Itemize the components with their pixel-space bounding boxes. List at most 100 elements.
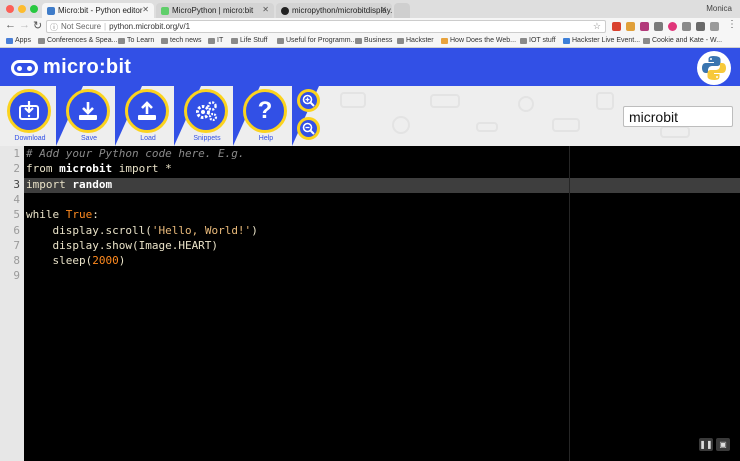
load-button[interactable]: Load <box>119 86 177 146</box>
line-number: 5 <box>13 208 20 222</box>
tab-python-editor[interactable]: Micro:bit - Python editor ✕ <box>42 3 154 18</box>
help-button[interactable]: ? Help <box>237 86 295 146</box>
bookmark-label: tech news <box>170 37 202 44</box>
apps-grid-icon <box>6 38 13 44</box>
bookmark-item[interactable]: Hackster <box>397 37 434 44</box>
code-token: import <box>26 177 73 191</box>
extension-icon[interactable] <box>682 22 691 31</box>
extension-icon[interactable] <box>626 22 635 31</box>
security-label: Not Secure <box>61 22 102 31</box>
line-number: 8 <box>13 254 20 268</box>
hackster-icon <box>563 38 570 44</box>
code-token: microbit <box>59 162 113 176</box>
tab-micropython[interactable]: MicroPython | micro:bit ✕ <box>156 3 274 18</box>
code-editor[interactable]: 1 234 567 89 # Add your Python code here. E… <box>0 146 740 461</box>
close-window-button[interactable] <box>6 5 14 13</box>
code-token: # Add your Python code here. E.g. <box>26 147 245 160</box>
profile-name[interactable]: Monica <box>706 4 732 13</box>
picture-in-picture-button[interactable]: ▣ <box>716 438 730 451</box>
extension-icon[interactable] <box>654 22 663 31</box>
line-number: 4 <box>13 192 20 206</box>
background-pattern <box>392 116 410 134</box>
extension-icon[interactable] <box>668 22 677 31</box>
extension-icon[interactable] <box>640 22 649 31</box>
browser-toolbar: ← → ↻ ⓘ Not Secure | python.microbit.org/v… <box>0 18 740 35</box>
web-icon <box>441 38 448 44</box>
code-token: : <box>92 208 99 222</box>
snippets-button[interactable]: Snippets <box>178 86 236 146</box>
info-icon[interactable]: ⓘ <box>50 22 58 33</box>
menu-dots-icon[interactable]: ⋮ <box>727 19 737 30</box>
background-pattern <box>340 92 366 108</box>
save-button[interactable]: Save <box>60 86 118 146</box>
forward-arrow-icon[interactable]: → <box>19 19 30 31</box>
code-token: from <box>26 162 60 176</box>
extension-icon[interactable] <box>696 22 705 31</box>
zoom-in-button[interactable] <box>297 89 320 112</box>
bookmark-item[interactable]: Hackster Live Event... <box>563 37 640 44</box>
code-token: import <box>112 162 166 176</box>
code-token: display.scroll( <box>26 223 152 237</box>
reload-icon[interactable]: ↻ <box>33 19 42 32</box>
code-line[interactable]: display.scroll('Hello, World!') <box>26 223 258 237</box>
background-pattern <box>596 92 614 110</box>
close-tab-icon[interactable]: ✕ <box>380 5 387 14</box>
folder-icon <box>277 38 284 44</box>
bookmark-item[interactable]: How Does the Web... <box>441 37 516 44</box>
extension-icon[interactable] <box>710 22 719 31</box>
bookmark-item[interactable]: Conferences & Spea... <box>38 37 117 44</box>
bookmark-item[interactable]: Apps <box>6 37 31 44</box>
bookmark-item[interactable]: Useful for Programm... <box>277 37 356 44</box>
close-tab-icon[interactable]: ✕ <box>262 5 269 14</box>
code-line[interactable]: while True: <box>26 208 99 221</box>
bookmark-label: IT <box>217 37 224 44</box>
close-tab-icon[interactable]: ✕ <box>142 5 149 14</box>
minimize-window-button[interactable] <box>18 5 26 13</box>
microbit-favicon-icon <box>161 7 169 15</box>
bookmark-item[interactable]: IOT stuff <box>520 37 556 44</box>
bookmark-item[interactable]: Cookie and Kate - W... <box>643 37 722 44</box>
code-token: sleep( <box>26 254 93 268</box>
folder-icon <box>38 38 45 44</box>
pause-button[interactable]: ❚❚ <box>699 438 713 451</box>
bookmark-item[interactable]: tech news <box>161 37 202 44</box>
code-line[interactable]: sleep(2000) <box>26 254 125 267</box>
active-line-highlight <box>24 177 740 193</box>
background-pattern <box>476 122 498 132</box>
python-favicon-icon <box>47 7 55 15</box>
load-icon <box>125 89 169 133</box>
bookmark-star-icon[interactable]: ☆ <box>593 21 601 32</box>
code-line[interactable]: from microbit import * <box>26 162 172 175</box>
script-name-input[interactable]: microbit <box>623 106 733 127</box>
help-icon: ? <box>243 89 287 133</box>
code-line[interactable]: display.show(Image.HEART) <box>26 239 218 252</box>
bookmark-item[interactable]: Business <box>355 37 392 44</box>
address-bar[interactable]: ⓘ Not Secure | python.microbit.org/v/1 ☆ <box>46 20 606 33</box>
snippets-label: Snippets <box>193 135 221 142</box>
zoom-in-icon <box>302 94 315 107</box>
code-line[interactable]: import random <box>26 178 112 191</box>
code-token: ) <box>251 223 258 237</box>
extension-icon[interactable] <box>612 22 621 31</box>
zoom-out-button[interactable] <box>297 117 320 140</box>
bookmark-label: IOT stuff <box>529 37 556 44</box>
bookmark-item[interactable]: To Learn <box>118 37 154 44</box>
url-separator: | <box>104 22 107 31</box>
bookmark-item[interactable]: Life Stuff <box>231 37 268 44</box>
code-token: display.show(Image.HEART) <box>26 238 219 252</box>
code-token: True <box>65 208 93 222</box>
tab-github[interactable]: micropython/microbitdisplay... ✕ <box>276 3 392 18</box>
code-token: random <box>72 177 113 191</box>
back-arrow-icon[interactable]: ← <box>5 19 16 31</box>
bookmark-label: Business <box>364 37 393 44</box>
folder-icon <box>161 38 168 44</box>
download-button[interactable]: Download <box>1 86 59 146</box>
line-number: 7 <box>13 238 20 252</box>
maximize-window-button[interactable] <box>30 5 38 13</box>
code-line[interactable]: # Add your Python code here. E.g. <box>26 147 245 160</box>
bookmark-item[interactable]: IT <box>208 37 223 44</box>
new-tab-button[interactable] <box>394 3 410 18</box>
microbit-logo-icon <box>11 60 38 76</box>
tab-label: Micro:bit - Python editor <box>58 6 143 15</box>
url-text: python.microbit.org/v/1 <box>109 22 191 31</box>
